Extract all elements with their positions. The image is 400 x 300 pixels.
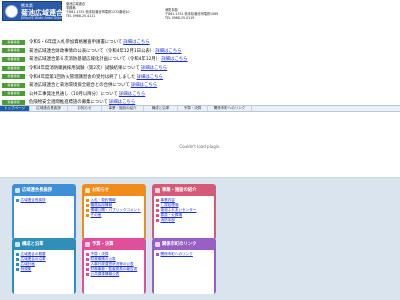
panel-link[interactable]: 公共調達情報公表 (86, 272, 142, 277)
news-text: 菊池広域連合と菊池環境保全組合との合併について (29, 83, 130, 89)
panel-history: 構成と沿革 広域連合の概要 広域連合の沿革 広域計画 例規集 (12, 238, 76, 294)
bullet-icon (86, 263, 89, 266)
plugin-area: Couldn't load plugin. (0, 112, 400, 178)
panel-link[interactable]: 広域連合長挨拶 (16, 198, 72, 203)
new-badge: 新着情報 (2, 48, 25, 54)
bullet-icon (86, 204, 89, 207)
bullet-icon (156, 214, 159, 217)
panel-icon (15, 187, 20, 193)
panel-icon (85, 187, 90, 193)
nav-budget[interactable]: 予算・決算 (178, 106, 208, 111)
news-text: 令和5・6年度入札参加資格審査申請書について (29, 40, 123, 46)
news-item: 新着情報 令和4年度第1回防火管理講習会の受付は終了しました 詳細はこちら (2, 72, 302, 81)
bullet-icon (156, 199, 159, 202)
panel-title: 構成と沿革 (22, 242, 44, 247)
news-item: 新着情報 公共工事発注見通し（10月以降分）について 詳細はこちら (2, 90, 302, 99)
panel-title: 広域連合長挨拶 (22, 188, 53, 193)
bullet-icon (156, 253, 159, 256)
new-badge: 新着情報 (2, 39, 25, 45)
panel-title: 関係市町のリンク (162, 242, 197, 247)
bullet-icon (16, 253, 19, 256)
news-item: 新着情報 菊池広域連合と菊池環境保全組合との合併について 詳細はこちら (2, 81, 302, 90)
news-item: 新着情報 令和4年度消防職員採用試験（第2次）試験結果について 詳細はこちら (2, 64, 302, 73)
bullet-icon (16, 263, 19, 266)
panel-notices: お知らせ 入札・契約情報 職員採用情報 情報公開・パブリックコメント その他 (82, 184, 146, 240)
bullet-icon (16, 258, 19, 261)
news-text: 令和4年度第1回防火管理講習会の受付は終了しました (29, 74, 136, 80)
panel-icon (155, 241, 160, 247)
panel-icon (85, 241, 90, 247)
panel-title: お知らせ (92, 188, 110, 193)
news-detail-link[interactable]: 詳細はこちら (137, 74, 163, 80)
news-detail-link[interactable]: 詳細はこちら (155, 48, 181, 54)
nav-history[interactable]: 構成と沿革 (144, 106, 178, 111)
panel-link[interactable]: 例規集 (16, 267, 72, 272)
bullet-icon (156, 204, 159, 207)
bullet-icon (86, 214, 89, 217)
panel-budget: 予算・決算 予算・決算 財政事情の公表 人事行政運営状況等の公表 財務事務・監査… (82, 238, 146, 294)
contact-line: TEL 0968-25-0119 (165, 16, 195, 20)
news-detail-link[interactable]: 詳細はこちら (131, 82, 157, 88)
plugin-error-message: Couldn't load plugin. (179, 144, 221, 149)
category-panels: 広域連合長挨拶 広域連合長挨拶 お知らせ 入札・契約情報 職員採用情報 情報公開… (0, 178, 400, 300)
new-badge: 新着情報 (2, 65, 25, 71)
bullet-icon (86, 258, 89, 261)
nav-top[interactable]: トップページ (0, 106, 30, 111)
new-badge: 新着情報 (2, 74, 25, 80)
panel-facilities: 事業・施設の紹介 事業内容 し尿処理場 菊池ふれあいセンター 葬斎・火葬場 消防… (152, 184, 216, 240)
bullet-icon (86, 199, 89, 202)
news-text: 菊池広域連合財政事情の公表について（令和4年12月1日公表） (29, 48, 155, 54)
nav-notices[interactable]: お知らせ (68, 106, 102, 111)
panel-link[interactable]: 消防本部 (156, 218, 212, 223)
bullet-icon (86, 268, 89, 271)
news-detail-link[interactable]: 詳細はこちら (141, 65, 167, 71)
site-logo[interactable]: 熊本県 菊池広域連合 Kikuchi Wide Area Union (2, 1, 64, 21)
bullet-icon (16, 268, 19, 271)
bullet-icon (156, 219, 159, 222)
news-detail-link[interactable]: 詳細はこちら (161, 56, 187, 62)
bullet-icon (156, 209, 159, 212)
news-detail-link[interactable]: 詳細はこちら (123, 39, 149, 45)
news-detail-link[interactable]: 詳細はこちら (119, 91, 145, 97)
fire-dept-contact: 消防本部 〒861-1331 熊本県菊池市隈府1069 TEL 0968-25-… (165, 8, 218, 20)
new-badge: 新着情報 (2, 91, 25, 97)
news-text: 菊池広域連合第６次消防基礎広域化計画について（令和4年12月） (29, 57, 161, 63)
nav-greeting[interactable]: 広域連合長挨拶 (30, 106, 68, 111)
panel-greeting: 広域連合長挨拶 広域連合長挨拶 (12, 184, 76, 240)
news-text: 令和4年度消防職員採用試験（第2次）試験結果について (29, 66, 140, 72)
bullet-icon (86, 273, 89, 276)
bullet-icon (16, 199, 19, 202)
news-item: 新着情報 令和5・6年度入札参加資格審査申請書について 詳細はこちら (2, 38, 302, 47)
bullet-icon (86, 209, 89, 212)
nav-links[interactable]: 関係市町へのリンク (208, 106, 252, 111)
panel-link[interactable]: 関係市町へのリンク (156, 252, 212, 257)
logo-english: Kikuchi Wide Area Union (21, 16, 64, 20)
main-nav: トップページ 広域連合長挨拶 お知らせ 事業・施設の紹介 構成と沿革 予算・決算… (0, 105, 400, 112)
bullet-icon (86, 253, 89, 256)
panel-link[interactable]: その他 (86, 213, 142, 218)
nav-facilities[interactable]: 事業・施設の紹介 (102, 106, 144, 111)
news-item: 新着情報 菊池広域連合第６次消防基礎広域化計画について（令和4年12月） 詳細は… (2, 55, 302, 64)
panel-title: 事業・施設の紹介 (162, 188, 197, 193)
new-badge: 新着情報 (2, 82, 25, 88)
panel-title: 予算・決算 (92, 242, 114, 247)
site-header: 熊本県 菊池広域連合 Kikuchi Wide Area Union 菊池広域連… (0, 0, 400, 22)
news-item: 新着情報 菊池広域連合財政事情の公表について（令和4年12月1日公表） 詳細はこ… (2, 47, 302, 56)
new-badge: 新着情報 (2, 56, 25, 62)
panel-icon (15, 241, 20, 247)
panel-icon (155, 187, 160, 193)
emblem-icon (5, 5, 18, 18)
news-list: 新着情報 令和5・6年度入札参加資格審査申請書について 詳細はこちら 新着情報 … (2, 38, 302, 107)
news-text: 公共工事発注見通し（10月以降分）について (29, 91, 118, 97)
panel-links: 関係市町のリンク 関係市町へのリンク (152, 238, 216, 294)
